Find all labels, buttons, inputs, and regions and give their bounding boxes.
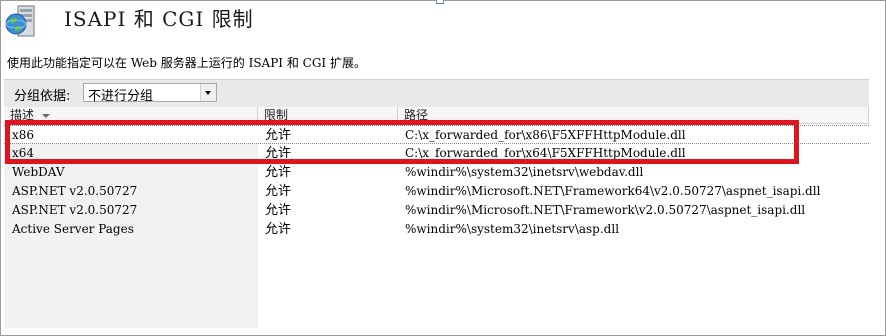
page-title: ISAPI 和 CGI 限制 [64, 7, 254, 31]
table-row[interactable]: Active Server Pages 允许 %windir%\system32… [4, 220, 869, 239]
column-header-restriction[interactable]: 限制 [258, 107, 398, 124]
row-description: ASP.NET v2.0.50727 [12, 203, 138, 217]
row-description: Active Server Pages [12, 222, 134, 236]
resize-handle-top[interactable] [436, 0, 444, 4]
restrictions-list: 描述 限制 路径 x86 允许 C:\x_forwarded_for\x86\F… [4, 107, 869, 328]
group-by-dropdown[interactable]: 不进行分组 [83, 83, 217, 104]
row-path: %windir%\system32\inetsrv\asp.dll [405, 222, 620, 236]
row-path: %windir%\system32\inetsrv\webdav.dll [405, 165, 644, 179]
row-description: ASP.NET v2.0.50727 [12, 184, 138, 198]
row-restriction: 允许 [265, 222, 292, 237]
column-header-path-label: 路径 [404, 108, 429, 122]
group-by-selected-value: 不进行分组 [88, 89, 154, 104]
column-header-description[interactable]: 描述 [4, 107, 258, 124]
table-row[interactable]: ASP.NET v2.0.50727 允许 %windir%\Microsoft… [4, 182, 869, 201]
row-restriction: 允许 [265, 128, 292, 143]
row-description: x64 [12, 146, 35, 160]
group-by-label: 分组依据: [14, 89, 71, 104]
row-restriction: 允许 [265, 146, 292, 161]
row-restriction: 允许 [265, 184, 292, 199]
row-path: C:\x_forwarded_for\x86\F5XFFHttpModule.d… [405, 128, 686, 142]
page-description: 使用此功能指定可以在 Web 服务器上运行的 ISAPI 和 CGI 扩展。 [7, 56, 366, 70]
column-header-restriction-label: 限制 [264, 108, 289, 122]
table-row[interactable]: x86 允许 C:\x_forwarded_for\x86\F5XFFHttpM… [4, 125, 869, 144]
group-by-toolbar: 分组依据: 不进行分组 [4, 79, 869, 107]
column-header-path[interactable]: 路径 [398, 107, 869, 124]
row-path: %windir%\Microsoft.NET\Framework64\v2.0.… [405, 184, 821, 198]
row-path: %windir%\Microsoft.NET\Framework\v2.0.50… [405, 203, 806, 217]
row-restriction: 允许 [265, 203, 292, 218]
row-restriction: 允许 [265, 165, 292, 180]
table-row[interactable]: ASP.NET v2.0.50727 允许 %windir%\Microsoft… [4, 201, 869, 220]
table-row[interactable]: x64 允许 C:\x_forwarded_for\x64\F5XFFHttpM… [4, 144, 869, 163]
table-row[interactable]: WebDAV 允许 %windir%\system32\inetsrv\webd… [4, 163, 869, 182]
chevron-down-icon[interactable] [200, 84, 216, 101]
sort-down-icon [42, 113, 51, 118]
row-path: C:\x_forwarded_for\x64\F5XFFHttpModule.d… [405, 146, 686, 160]
globe-server-icon [5, 5, 35, 37]
row-description: WebDAV [12, 165, 65, 179]
column-header-description-label: 描述 [10, 108, 35, 122]
row-description: x86 [12, 128, 35, 142]
